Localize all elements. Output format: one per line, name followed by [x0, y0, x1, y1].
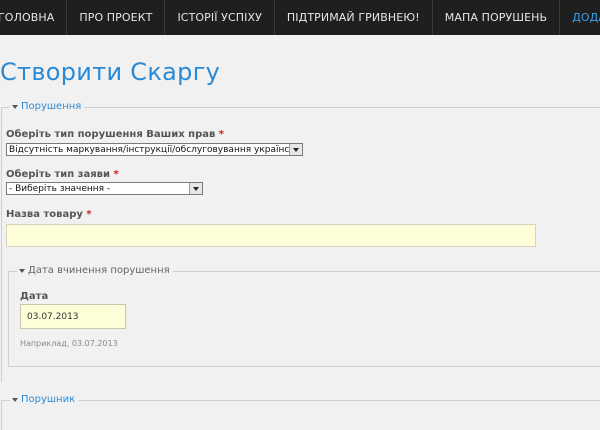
collapse-triangle-icon — [12, 104, 18, 109]
date-legend-label: Дата вчинення порушення — [28, 265, 170, 276]
violator-fieldset: Порушник — [1, 394, 600, 430]
date-hint: Наприклад, 03.07.2013 — [20, 339, 118, 348]
rights-type-select[interactable]: Відсутність маркування/інструкції/обслуг… — [6, 143, 303, 156]
required-marker: * — [218, 129, 225, 140]
violator-legend-label: Порушник — [21, 394, 76, 405]
required-marker: * — [113, 169, 119, 180]
nav-item-violations-map[interactable]: МАПА ПОРУШЕНЬ — [433, 0, 561, 35]
violations-legend[interactable]: Порушення — [10, 101, 85, 112]
product-name-label: Назва товару * — [6, 209, 92, 220]
dropdown-arrow-icon — [189, 183, 202, 194]
request-type-label: Оберіть тип заяви * — [6, 169, 119, 180]
product-name-input[interactable] — [6, 224, 536, 247]
date-input[interactable]: 03.07.2013 — [20, 304, 126, 329]
required-marker: * — [86, 209, 92, 220]
violator-legend[interactable]: Порушник — [10, 394, 79, 405]
top-navigation: ГОЛОВНА ПРО ПРОЕКТ ІСТОРІЇ УСПІХУ ПІДТРИ… — [0, 0, 600, 35]
rights-type-select-value: Відсутність маркування/інструкції/обслуг… — [9, 144, 303, 155]
rights-type-label: Оберіть тип порушення Ваших прав * — [6, 129, 225, 140]
date-legend[interactable]: Дата вчинення порушення — [17, 265, 173, 276]
collapse-triangle-icon — [19, 268, 25, 273]
nav-item-about[interactable]: ПРО ПРОЕКТ — [67, 0, 166, 35]
nav-item-success-stories[interactable]: ІСТОРІЇ УСПІХУ — [165, 0, 275, 35]
date-label: Дата — [20, 291, 49, 302]
violations-legend-label: Порушення — [21, 101, 82, 112]
nav-item-donate[interactable]: ПІДТРИМАЙ ГРИВНЕЮ! — [275, 0, 433, 35]
nav-item-home[interactable]: ГОЛОВНА — [0, 0, 68, 35]
dropdown-arrow-icon — [289, 144, 302, 155]
request-type-select[interactable]: - Виберіть значення - — [6, 182, 203, 195]
page-title: Створити Скаргу — [0, 58, 221, 86]
nav-item-add-complaint[interactable]: ДОДАТИ СКАРГУ — [560, 0, 600, 35]
request-type-select-value: - Виберіть значення - — [9, 183, 111, 194]
collapse-triangle-icon — [12, 397, 18, 402]
